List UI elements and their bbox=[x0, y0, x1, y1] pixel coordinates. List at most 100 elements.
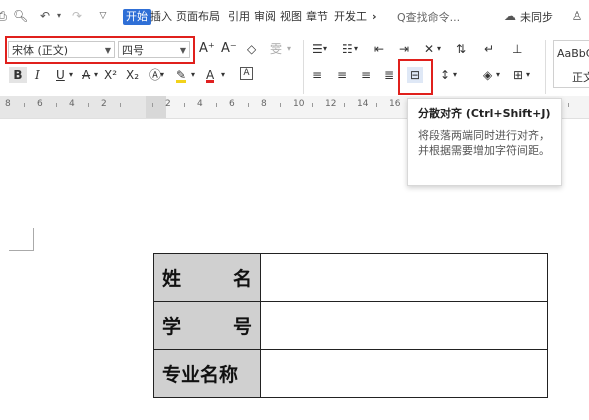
print-preview-icon[interactable]: 🔍︎ bbox=[13, 9, 28, 23]
shrink-font-icon[interactable]: A⁻ bbox=[221, 41, 237, 57]
table-value-cell[interactable] bbox=[260, 349, 548, 398]
tab-chapter[interactable]: 章节 bbox=[306, 10, 328, 24]
bold-icon[interactable]: B bbox=[9, 67, 27, 83]
print-icon[interactable]: ⎙ bbox=[0, 9, 9, 23]
ruler-number: 6 bbox=[229, 99, 235, 109]
ruler-number: 8 bbox=[5, 99, 11, 109]
cloud-sync-icon[interactable]: ☁ bbox=[503, 9, 517, 23]
ruler-tick bbox=[120, 103, 121, 107]
ruler-tick bbox=[24, 103, 25, 107]
page-corner-mark bbox=[9, 228, 34, 251]
indent-marker[interactable] bbox=[146, 96, 166, 118]
ruler-tick bbox=[312, 103, 313, 107]
table-value-cell[interactable] bbox=[260, 253, 548, 302]
tooltip-description: 将段落两端同时进行对齐，并根据需要增加字符间距。 bbox=[418, 129, 550, 157]
label-char: 学 bbox=[162, 316, 182, 338]
redo-icon[interactable]: ↷ bbox=[70, 9, 84, 23]
ruler-tick bbox=[280, 103, 281, 107]
chevron-down-icon[interactable]: ▾ bbox=[437, 41, 441, 57]
chevron-down-icon[interactable]: ▾ bbox=[323, 41, 327, 57]
tooltip-title: 分散对齐 (Ctrl+Shift+J) bbox=[418, 107, 551, 120]
grow-font-icon[interactable]: A⁺ bbox=[199, 41, 215, 57]
label-char: 姓 bbox=[162, 268, 182, 290]
chevron-down-icon[interactable]: ▾ bbox=[221, 67, 225, 83]
undo-dropdown-icon[interactable]: ▾ bbox=[52, 9, 66, 23]
chevron-down-icon[interactable]: ▾ bbox=[287, 41, 291, 57]
tab-view[interactable]: 视图 bbox=[280, 10, 302, 24]
tab-stops-icon[interactable]: ⊥ bbox=[512, 41, 522, 57]
tab-start[interactable]: 开始 bbox=[123, 9, 151, 25]
italic-icon[interactable]: I bbox=[35, 67, 40, 83]
phonetic-guide-icon[interactable]: 雯 bbox=[270, 41, 282, 57]
tab-page-layout[interactable]: 页面布局 bbox=[176, 10, 220, 24]
subscript-icon[interactable]: X₂ bbox=[126, 67, 139, 83]
table-label-cell[interactable]: 专业名称 bbox=[153, 349, 261, 398]
ruler-number: 2 bbox=[165, 99, 171, 109]
table-value-cell[interactable] bbox=[260, 301, 548, 350]
chevron-down-icon[interactable]: ▾ bbox=[94, 67, 98, 83]
superscript-icon[interactable]: X² bbox=[104, 67, 117, 83]
clear-format-icon[interactable]: ◇ bbox=[247, 41, 256, 57]
chevron-down-icon[interactable]: ▾ bbox=[354, 41, 358, 57]
sort-icon[interactable]: ⇅ bbox=[456, 41, 466, 57]
undo-icon[interactable]: ↶ bbox=[38, 9, 52, 23]
table-row: 专业名称 bbox=[153, 349, 548, 398]
tab-developer[interactable]: 开发工 bbox=[334, 10, 367, 24]
show-marks-icon[interactable]: ↵ bbox=[484, 41, 494, 57]
group-divider bbox=[303, 40, 304, 94]
justify-icon[interactable]: ≣ bbox=[384, 67, 394, 83]
chinese-layout-icon[interactable]: ✕ bbox=[424, 41, 434, 57]
tab-review[interactable]: 审阅 bbox=[254, 10, 276, 24]
chevron-down-icon[interactable]: ▾ bbox=[160, 67, 164, 83]
align-center-icon[interactable]: ≡ bbox=[337, 67, 347, 83]
tab-references[interactable]: 引用 bbox=[228, 10, 250, 24]
strikethrough-icon[interactable]: A bbox=[82, 67, 90, 83]
group-divider bbox=[545, 40, 546, 94]
ruler-tick bbox=[344, 103, 345, 107]
table-label-cell[interactable]: 姓 名 bbox=[153, 253, 261, 302]
shading-icon[interactable]: ◈ bbox=[483, 67, 492, 83]
table-row: 学 号 bbox=[153, 301, 548, 350]
share-icon[interactable]: ♙ bbox=[570, 9, 584, 23]
document-table[interactable]: 姓 名 学 号 专业名称 bbox=[153, 253, 548, 398]
decrease-indent-icon[interactable]: ⇤ bbox=[374, 41, 384, 57]
ruler-number: 4 bbox=[69, 99, 75, 109]
customize-toolbar-icon[interactable]: ▽ bbox=[96, 9, 110, 23]
chevron-down-icon[interactable]: ▾ bbox=[496, 67, 500, 83]
tabs-more-button[interactable]: › bbox=[372, 10, 377, 24]
align-left-icon[interactable]: ≡ bbox=[312, 67, 322, 83]
ruler-tick bbox=[152, 103, 153, 107]
table-label-cell[interactable]: 学 号 bbox=[153, 301, 261, 350]
borders-icon[interactable]: ⊞ bbox=[513, 67, 523, 83]
chevron-down-icon[interactable]: ▾ bbox=[526, 67, 530, 83]
ruler-number: 8 bbox=[261, 99, 267, 109]
command-search[interactable]: Q查找命令... bbox=[397, 9, 460, 25]
ruler-number: 16 bbox=[389, 99, 401, 109]
ruler-margin bbox=[0, 96, 150, 118]
ruler-tick bbox=[376, 103, 377, 107]
ribbon: 宋体 (正文) ▼ 四号 ▼ A⁺ A⁻ ◇ 雯 ▾ B I U ▾ A ▾ X… bbox=[0, 34, 589, 96]
font-color-icon[interactable]: A bbox=[206, 67, 215, 83]
distributed-align-highlight bbox=[398, 59, 433, 95]
ruler-number: 12 bbox=[325, 99, 337, 109]
ruler-tick bbox=[88, 103, 89, 107]
bullets-icon[interactable]: ☰ bbox=[312, 41, 323, 57]
ruler-tick bbox=[216, 103, 217, 107]
numbering-icon[interactable]: ☷ bbox=[342, 41, 353, 57]
tab-insert[interactable]: 插入 bbox=[150, 10, 172, 24]
chevron-down-icon[interactable]: ▾ bbox=[191, 67, 195, 83]
ruler-tick bbox=[568, 103, 569, 107]
style-sample: AaBbC bbox=[557, 47, 589, 60]
label-text: 专业名称 bbox=[162, 364, 239, 386]
sync-status[interactable]: 未同步 bbox=[520, 9, 553, 25]
chevron-down-icon[interactable]: ▾ bbox=[453, 67, 457, 83]
underline-icon[interactable]: U bbox=[56, 67, 65, 83]
styles-gallery[interactable]: AaBbC 正文 bbox=[553, 40, 589, 88]
char-border-icon[interactable]: A bbox=[240, 67, 253, 80]
increase-indent-icon[interactable]: ⇥ bbox=[399, 41, 409, 57]
align-right-icon[interactable]: ≡ bbox=[361, 67, 371, 83]
line-spacing-icon[interactable]: ↕ bbox=[440, 67, 450, 83]
highlight-icon[interactable]: ✎ bbox=[176, 67, 187, 83]
font-highlight-box bbox=[5, 36, 195, 64]
chevron-down-icon[interactable]: ▾ bbox=[69, 67, 73, 83]
